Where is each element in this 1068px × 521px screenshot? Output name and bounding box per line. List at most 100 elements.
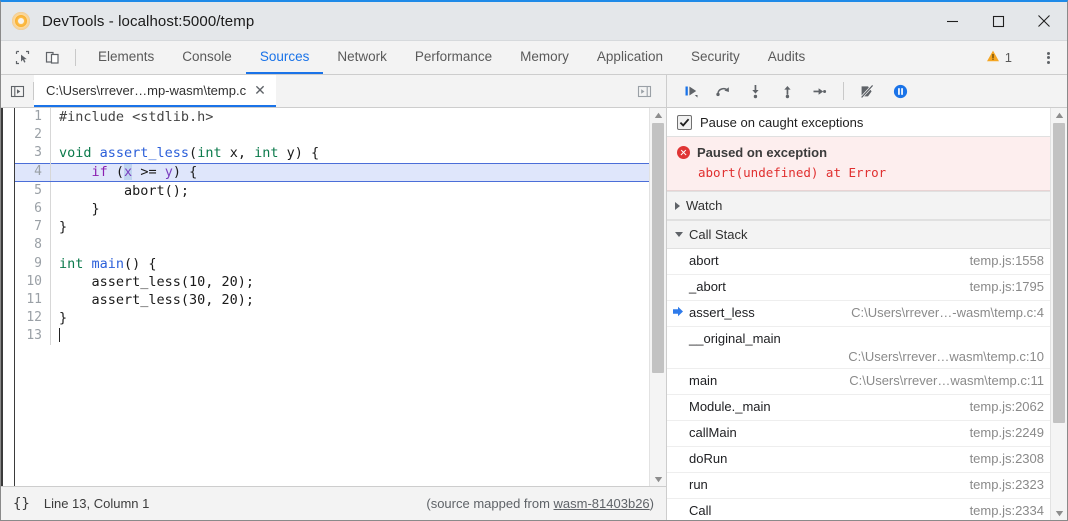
tab-network[interactable]: Network — [323, 41, 401, 74]
call-stack-frame[interactable]: __original_mainC:\Users\rrever…wasm\temp… — [667, 327, 1050, 369]
call-stack-frame-location[interactable]: temp.js:2323 — [960, 477, 1044, 492]
call-stack-frame[interactable]: _aborttemp.js:1795 — [667, 275, 1050, 301]
call-stack-frame[interactable]: doRuntemp.js:2308 — [667, 447, 1050, 473]
step-over-icon[interactable] — [707, 75, 739, 107]
source-map-link[interactable]: wasm-81403b26 — [554, 496, 650, 511]
pause-on-caught-checkbox[interactable] — [677, 115, 692, 130]
call-stack-frame-location[interactable]: temp.js:2249 — [960, 425, 1044, 440]
code-token: x, — [230, 145, 254, 161]
devtools-window: DevTools - localhost:5000/temp — [0, 0, 1068, 521]
tab-memory[interactable]: Memory — [506, 41, 583, 74]
line-number-7: 7 — [15, 218, 51, 236]
call-stack-frame-location[interactable]: temp.js:1558 — [960, 253, 1044, 268]
frame-arrow-spacer — [667, 331, 689, 332]
code-line-5[interactable]: 5 abort(); — [15, 182, 649, 200]
code-content[interactable]: 1#include <stdlib.h>23void assert_less(i… — [15, 108, 649, 486]
kebab-menu-icon[interactable] — [1035, 50, 1061, 65]
section-watch[interactable]: Watch — [667, 191, 1050, 220]
call-stack-frame-location[interactable]: temp.js:2334 — [960, 503, 1044, 518]
code-line-12[interactable]: 12} — [15, 309, 649, 327]
chevron-right-icon — [675, 202, 680, 210]
warning-counter[interactable]: 1 — [980, 49, 1018, 66]
code-editor[interactable]: 1#include <stdlib.h>23void assert_less(i… — [1, 108, 666, 486]
call-stack-frame[interactable]: Module._main temp.js:2062 — [667, 395, 1050, 421]
call-stack-frame-name: Call — [689, 503, 711, 518]
debugger-scrollbar-thumb[interactable] — [1053, 123, 1065, 423]
call-stack-frame-location[interactable]: C:\Users\rrever…wasm\temp.c:11 — [839, 373, 1044, 388]
editor-vertical-scrollbar[interactable] — [649, 108, 666, 486]
deactivate-breakpoints-icon[interactable] — [852, 75, 884, 107]
minimize-button[interactable] — [929, 2, 975, 40]
call-stack-frame-location[interactable]: C:\Users\rrever…wasm\temp.c:10 — [667, 346, 1044, 364]
call-stack-frame[interactable]: mainC:\Users\rrever…wasm\temp.c:11 — [667, 369, 1050, 395]
scroll-up-arrow-icon[interactable] — [654, 108, 663, 122]
tab-performance[interactable]: Performance — [401, 41, 506, 74]
tab-security[interactable]: Security — [677, 41, 754, 74]
tab-application[interactable]: Application — [583, 41, 677, 74]
code-token: void — [59, 145, 100, 161]
show-debugger-icon[interactable] — [628, 84, 660, 99]
call-stack-frame-location[interactable]: temp.js:1795 — [960, 279, 1044, 294]
pretty-print-icon[interactable]: {} — [13, 496, 30, 512]
call-stack-rows[interactable]: aborttemp.js:1558_aborttemp.js:1795asser… — [667, 249, 1050, 520]
code-line-11[interactable]: 11 assert_less(30, 20); — [15, 291, 649, 309]
tab-sources[interactable]: Sources — [246, 41, 324, 74]
cursor-position: Line 13, Column 1 — [44, 496, 150, 511]
code-line-1[interactable]: 1#include <stdlib.h> — [15, 108, 649, 126]
frame-arrow-spacer — [667, 399, 689, 400]
step-out-icon[interactable] — [771, 75, 803, 107]
call-stack-frame-location[interactable]: temp.js:2062 — [960, 399, 1044, 414]
debugger-pane: Pause on caught exceptions Paused on exc… — [667, 75, 1067, 520]
code-line-2[interactable]: 2 — [15, 126, 649, 144]
code-token: } — [59, 310, 67, 326]
inspect-element-icon[interactable] — [7, 41, 37, 74]
source-tab-strip-right — [628, 75, 666, 107]
resume-icon[interactable] — [675, 75, 707, 107]
call-stack-frame-name: Module._main — [689, 399, 771, 414]
editor-scrollbar-thumb[interactable] — [652, 123, 664, 373]
tab-console[interactable]: Console — [168, 41, 246, 74]
scroll-up-arrow-icon-right[interactable] — [1055, 108, 1064, 122]
section-call-stack[interactable]: Call Stack — [667, 220, 1050, 249]
navigator-strip[interactable] — [1, 108, 15, 486]
code-token: } — [59, 201, 100, 217]
code-token: main — [92, 256, 125, 272]
call-stack-frame[interactable]: aborttemp.js:1558 — [667, 249, 1050, 275]
warning-count: 1 — [1005, 50, 1012, 65]
pause-on-exceptions-icon[interactable] — [884, 75, 916, 107]
show-navigator-icon[interactable] — [1, 75, 33, 107]
call-stack-frame[interactable]: Call temp.js:2334 — [667, 499, 1050, 520]
maximize-button[interactable] — [975, 2, 1021, 40]
tab-elements[interactable]: Elements — [84, 41, 168, 74]
call-stack-frame[interactable]: assert_lessC:\Users\rrever…-wasm\temp.c:… — [667, 301, 1050, 327]
toggle-device-toolbar-icon[interactable] — [37, 41, 67, 74]
frame-arrow-spacer — [667, 425, 689, 426]
current-frame-arrow-icon — [667, 305, 689, 317]
tab-audits[interactable]: Audits — [754, 41, 820, 74]
debugger-vertical-scrollbar[interactable] — [1050, 108, 1067, 520]
close-button[interactable] — [1021, 2, 1067, 40]
code-line-9[interactable]: 9int main() { — [15, 255, 649, 273]
code-line-7[interactable]: 7} — [15, 218, 649, 236]
code-token: int — [59, 256, 92, 272]
code-line-6[interactable]: 6 } — [15, 200, 649, 218]
call-stack-frame-location[interactable]: temp.js:2308 — [960, 451, 1044, 466]
scroll-down-arrow-icon-right[interactable] — [1055, 506, 1064, 520]
code-line-4[interactable]: 4 if (x >= y) { — [15, 163, 649, 182]
code-line-10[interactable]: 10 assert_less(10, 20); — [15, 273, 649, 291]
code-line-13[interactable]: 13 — [15, 327, 649, 345]
code-line-text: int main() { — [59, 255, 157, 273]
file-tab-temp-c[interactable]: C:\Users\rrever…mp-wasm\temp.c ✕ — [34, 75, 276, 107]
call-stack-frame[interactable]: runtemp.js:2323 — [667, 473, 1050, 499]
step-into-icon[interactable] — [739, 75, 771, 107]
call-stack-frame[interactable]: callMaintemp.js:2249 — [667, 421, 1050, 447]
pause-on-caught-exceptions-row[interactable]: Pause on caught exceptions — [667, 108, 1050, 137]
code-line-3[interactable]: 3void assert_less(int x, int y) { — [15, 144, 649, 162]
frame-arrow-spacer — [667, 451, 689, 452]
call-stack-frame-location[interactable]: C:\Users\rrever…-wasm\temp.c:4 — [841, 305, 1044, 320]
code-token: abort(); — [59, 183, 189, 199]
step-icon[interactable] — [803, 75, 835, 107]
close-icon[interactable]: ✕ — [254, 83, 266, 97]
scroll-down-arrow-icon[interactable] — [654, 472, 663, 486]
code-line-8[interactable]: 8 — [15, 236, 649, 254]
